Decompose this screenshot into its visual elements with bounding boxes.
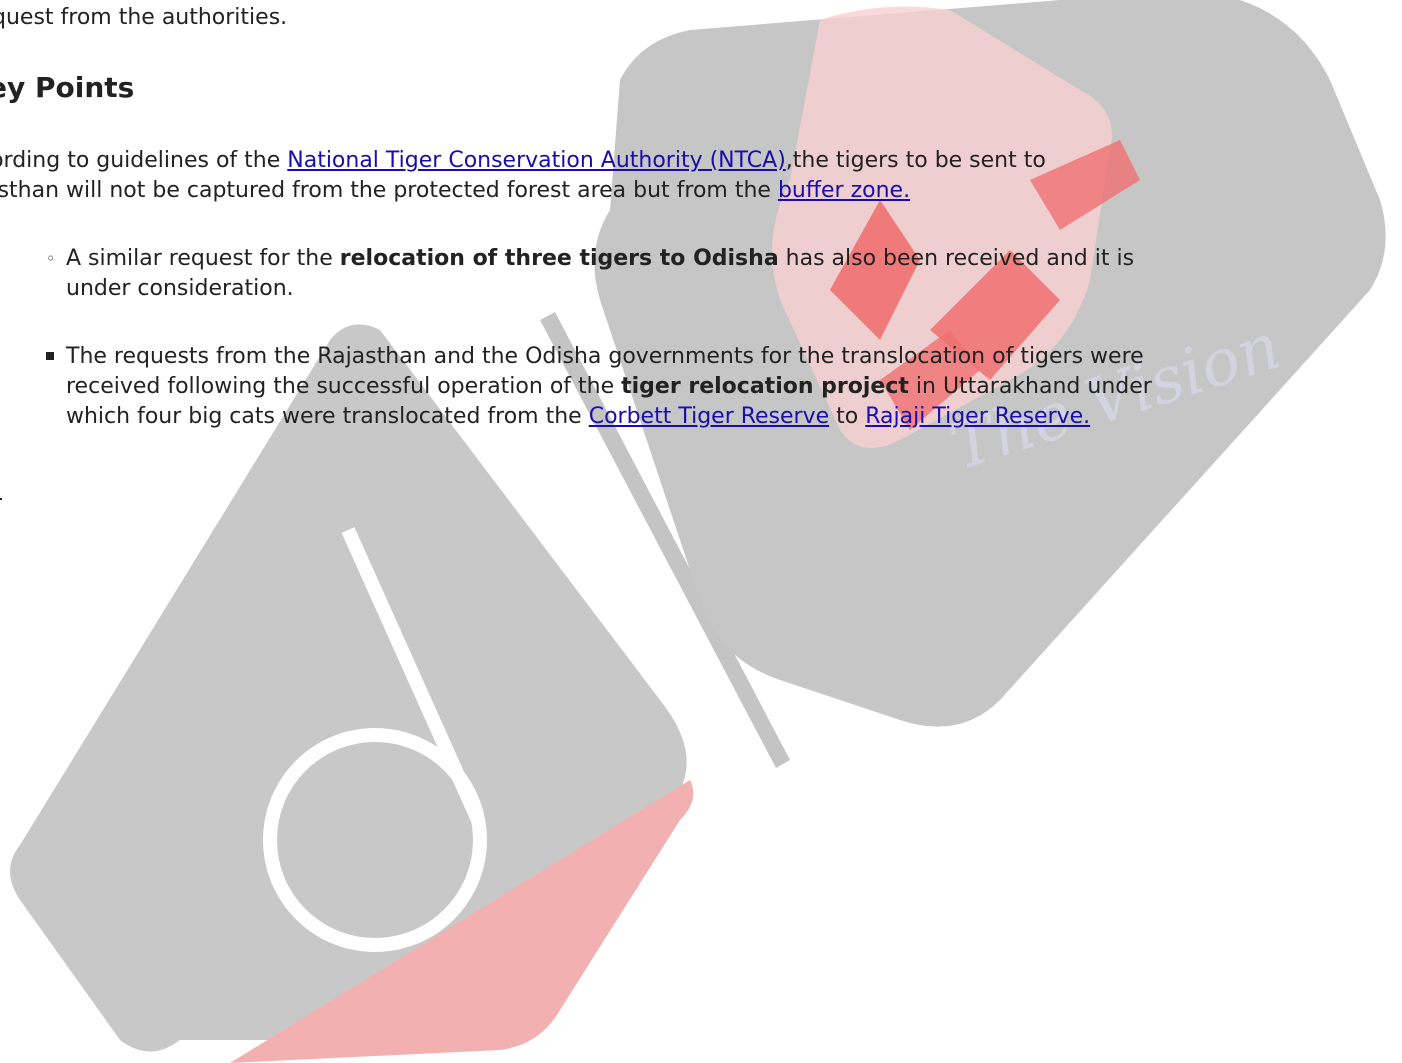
list-text: A similar request for the — [66, 246, 340, 271]
paragraph-text: jasthan will not be captured from the pr… — [0, 178, 778, 203]
list-bold-text: tiger relocation project — [621, 374, 909, 399]
list-text: received following the successful operat… — [66, 374, 622, 399]
paragraph-line-1: cording to guidelines of the National Ti… — [0, 146, 1378, 176]
paragraph-line-2: jasthan will not be captured from the pr… — [0, 176, 1378, 206]
square-bullet-icon — [46, 352, 54, 360]
list-text: The requests from the Rajasthan and the … — [66, 344, 1144, 369]
list-text: to — [829, 404, 866, 429]
list-bold-text: relocation of three tigers to Odisha — [339, 246, 779, 271]
list-text: which four big cats were translocated fr… — [66, 404, 589, 429]
hollow-bullet-icon: ◦ — [46, 249, 56, 268]
stray-mark — [0, 498, 2, 500]
section-heading: ey Points — [0, 71, 135, 104]
list-text: in Uttarakhand under — [908, 374, 1152, 399]
corbett-tiger-reserve-link[interactable]: Corbett Tiger Reserve — [589, 404, 829, 429]
list-text: under consideration. — [66, 276, 294, 301]
paragraph-text: cording to guidelines of the — [0, 148, 288, 173]
key-points-paragraph: cording to guidelines of the National Ti… — [0, 146, 1378, 206]
list-item-text: A similar request for the relocation of … — [66, 244, 1134, 304]
list-text: has also been received and it is — [778, 246, 1135, 271]
paragraph-text: ,the tigers to be sent to — [785, 148, 1046, 173]
list-item-text: The requests from the Rajasthan and the … — [66, 342, 1152, 432]
intro-text: quest from the authorities. — [0, 5, 288, 30]
article-content: quest from the authorities. ey Points co… — [0, 0, 1402, 1063]
buffer-zone-link[interactable]: buffer zone. — [778, 178, 910, 203]
rajaji-tiger-reserve-link[interactable]: Rajaji Tiger Reserve. — [865, 404, 1090, 429]
ntca-link[interactable]: National Tiger Conservation Authority (N… — [287, 148, 786, 173]
